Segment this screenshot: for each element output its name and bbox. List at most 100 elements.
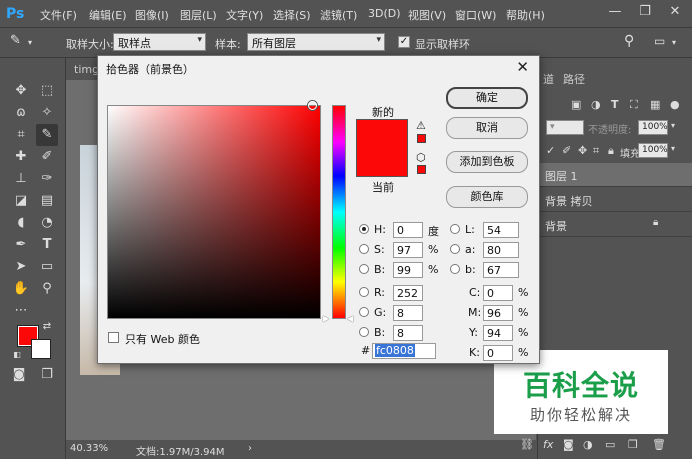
lab-l-radio[interactable] [450,224,460,234]
current-color-swatch[interactable] [356,148,408,177]
new-layer-icon[interactable]: ❐ [628,438,638,451]
chevron-down-icon[interactable]: ▾ [28,38,32,47]
search-icon[interactable]: ⚲ [624,33,634,49]
cyan-input[interactable]: 0 [483,285,513,301]
default-colors-icon[interactable]: ◧ [6,344,28,366]
group-icon[interactable]: ▭ [605,438,615,451]
chevron-down-icon[interactable]: ▾ [671,144,675,153]
red-input[interactable]: 252 [393,285,423,301]
adjustment-filter-icon[interactable]: ◑ [591,98,601,111]
sample-size-select[interactable]: 取样点 ▾ [113,33,206,51]
magic-wand-tool-icon[interactable]: ✧ [36,102,58,124]
menu-edit[interactable]: 编辑(E) [89,7,127,23]
web-safe-color-swatch[interactable] [417,165,426,174]
menu-help[interactable]: 帮助(H) [506,7,545,23]
brightness-input[interactable]: 99 [393,262,423,278]
quick-mask-icon[interactable]: ◙ [8,364,30,386]
zoom-tool-icon[interactable]: ⚲ [36,278,58,300]
link-layers-icon[interactable]: ⛓ [520,438,534,451]
magenta-input[interactable]: 96 [483,305,513,321]
menu-view[interactable]: 视图(V) [408,7,446,23]
gradient-tool-icon[interactable]: ▤ [36,190,58,212]
out-of-gamut-warning-icon[interactable]: ⚠ [416,119,426,132]
rectangle-tool-icon[interactable]: ▭ [36,256,58,278]
close-button[interactable]: ✕ [662,2,688,22]
yellow-input[interactable]: 94 [483,325,513,341]
sample-select[interactable]: 所有图层 ▾ [247,33,385,51]
lock-pixels-icon[interactable]: ✓ [546,144,555,157]
hue-slider[interactable] [332,105,346,319]
screen-mode-icon[interactable]: ❐ [36,364,58,386]
menu-file[interactable]: 文件(F) [40,7,77,23]
fill-input[interactable]: 100% [638,143,668,158]
saturation-radio[interactable] [359,244,369,254]
cancel-button[interactable]: 取消 [446,117,528,139]
stamp-tool-icon[interactable]: ⊥ [10,168,32,190]
zoom-level[interactable]: 40.33% [70,443,108,454]
pen-tool-icon[interactable]: ✒ [10,234,32,256]
color-libraries-button[interactable]: 颜色库 [446,186,528,208]
lock-position-icon[interactable]: ✥ [578,144,587,157]
blend-mode-select[interactable]: ▾ [546,120,584,135]
green-input[interactable]: 8 [393,305,423,321]
type-filter-icon[interactable]: T [611,98,619,111]
menu-type[interactable]: 文字(Y) [226,7,263,23]
background-color-swatch[interactable] [31,339,51,359]
fx-icon[interactable]: fx [543,438,553,451]
move-tool-icon[interactable]: ✥ [10,80,32,102]
blur-tool-icon[interactable]: ◖ [10,212,32,234]
restore-button[interactable]: ❐ [632,2,658,22]
brightness-radio[interactable] [359,264,369,274]
eyedropper-tool-icon[interactable]: ✎ [10,33,21,48]
chevron-down-icon[interactable]: ▾ [671,121,675,130]
hand-tool-icon[interactable]: ✋ [10,278,32,300]
artboard-icon[interactable]: ⌗ [593,144,599,158]
saturation-brightness-field[interactable] [107,105,321,319]
tab-paths[interactable]: 路径 [563,71,585,87]
menu-window[interactable]: 窗口(W) [455,7,496,23]
layer-row[interactable]: 图层 1 [538,163,692,187]
dodge-tool-icon[interactable]: ◔ [36,212,58,234]
crop-tool-icon[interactable]: ⌗ [10,124,32,146]
saturation-input[interactable]: 97 [393,242,423,258]
opacity-input[interactable]: 100% [638,120,668,135]
blue-input[interactable]: 8 [393,325,423,341]
swap-colors-icon[interactable]: ⇄ [36,316,58,338]
eyedropper-tool-icon[interactable]: ✎ [36,124,58,146]
blue-radio[interactable] [359,327,369,337]
add-to-swatches-button[interactable]: 添加到色板 [446,151,528,173]
green-radio[interactable] [359,307,369,317]
layer-row[interactable]: 背景 🔒︎ [538,213,692,237]
minimize-button[interactable]: — [602,2,628,22]
lab-b-input[interactable]: 67 [483,262,519,278]
menu-select[interactable]: 选择(S) [273,7,311,23]
lab-b-radio[interactable] [450,264,460,274]
web-safe-cube-icon[interactable]: ⬡ [416,151,426,164]
ok-button[interactable]: 确定 [446,87,528,109]
menu-layer[interactable]: 图层(L) [180,7,217,23]
tab-channels[interactable]: 道 [543,71,554,87]
gamut-color-swatch[interactable] [417,134,426,143]
lab-a-radio[interactable] [450,244,460,254]
menu-filter[interactable]: 滤镜(T) [320,7,357,23]
chevron-down-icon[interactable]: ▾ [672,38,676,47]
trash-icon[interactable]: 🗑︎ [652,438,666,451]
healing-brush-tool-icon[interactable]: ✚ [10,146,32,168]
image-filter-icon[interactable]: ▣ [571,98,581,111]
color-marker[interactable] [308,101,317,110]
hue-slider-right-arrow-icon[interactable]: ◀ [347,314,353,323]
smart-object-filter-icon[interactable]: ▦ [650,98,660,111]
filter-toggle-icon[interactable]: ● [670,98,680,111]
adjustment-layer-icon[interactable]: ◑ [583,438,593,451]
brush-tool-icon[interactable]: ✐ [36,146,58,168]
hex-input[interactable]: fc0808 [372,343,436,359]
lock-brush-icon[interactable]: ✐ [562,144,571,157]
black-input[interactable]: 0 [483,345,513,361]
web-colors-only-checkbox[interactable] [108,332,119,343]
hue-input[interactable]: 0 [393,222,423,238]
red-radio[interactable] [359,287,369,297]
marquee-tool-icon[interactable]: ⬚ [36,80,58,102]
workspace-icon[interactable]: ▭ [654,34,665,48]
history-brush-tool-icon[interactable]: ✑ [36,168,58,190]
menu-3d[interactable]: 3D(D) [368,7,401,20]
